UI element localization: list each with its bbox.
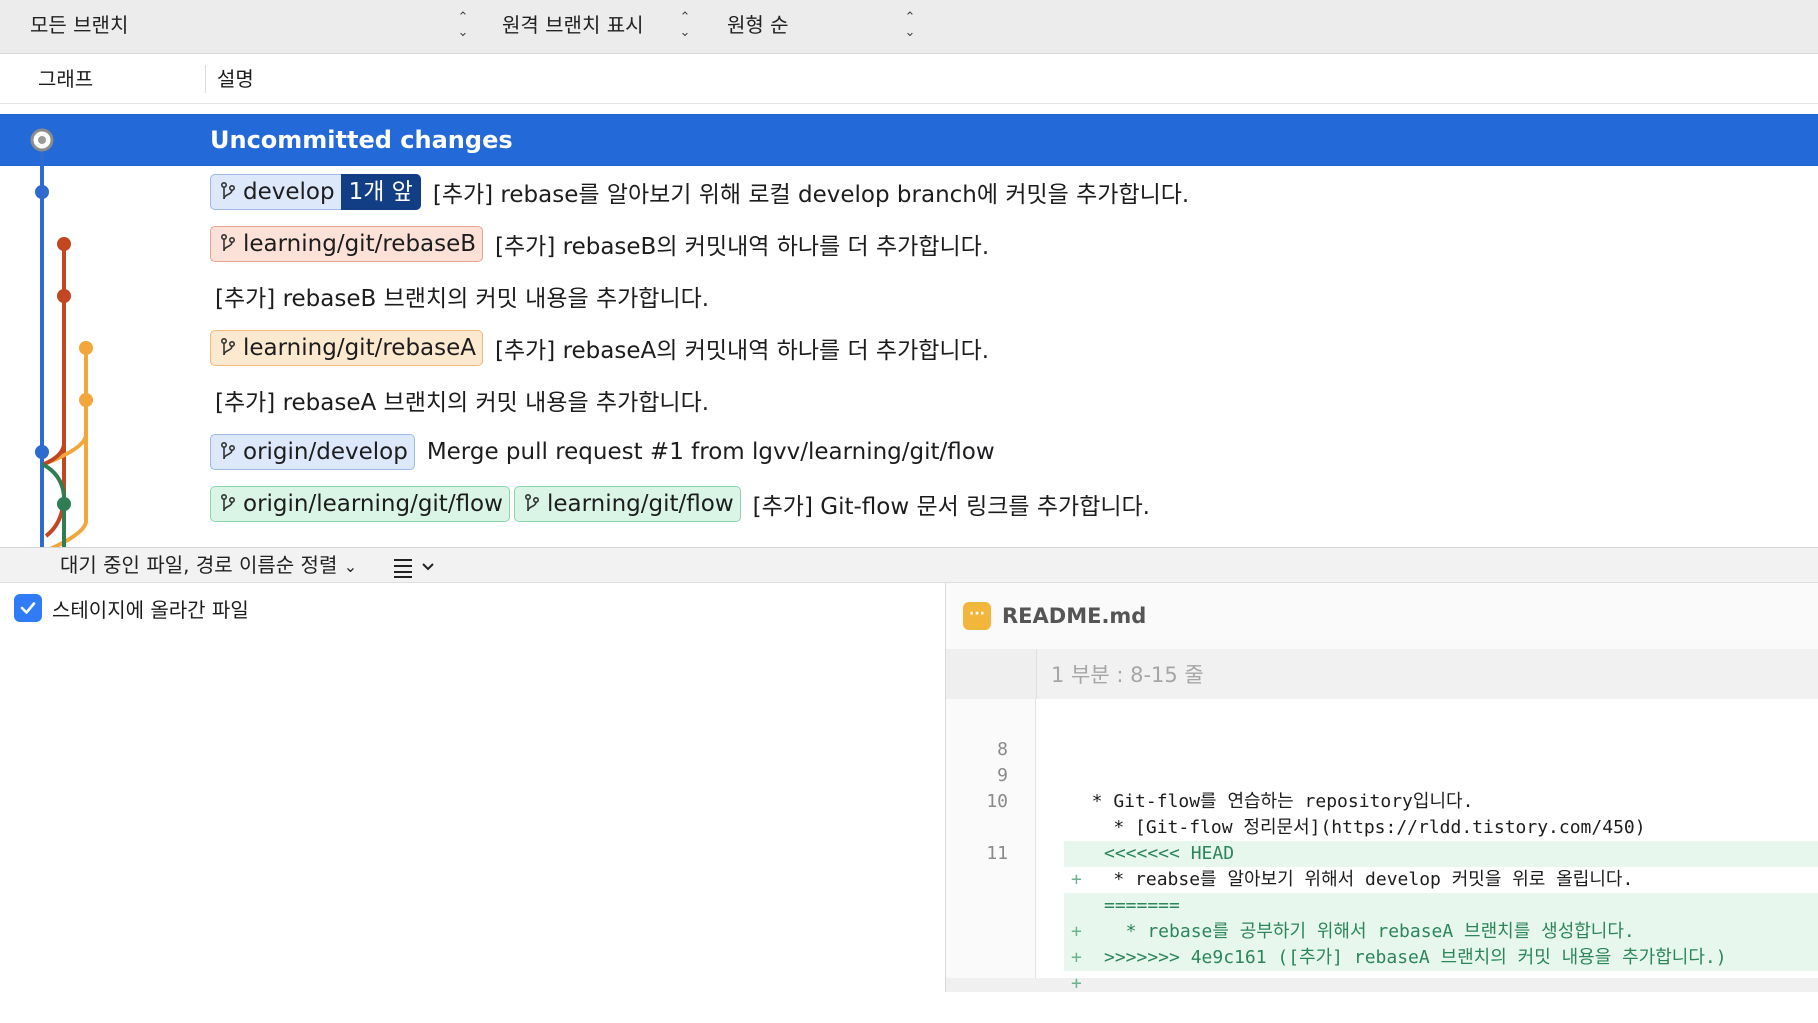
staging-toolbar: 대기 중인 파일, 경로 이름순 정렬 ⌄ xyxy=(0,547,1818,583)
file-type-icon: ··· xyxy=(963,602,991,630)
description-column-header[interactable]: 설명 xyxy=(217,64,254,94)
branch-icon xyxy=(220,493,236,512)
diff-line-added[interactable]: >>>>>>> 4e9c161 ([추가] rebaseA 브랜치의 커밋 내용… xyxy=(946,893,1818,994)
hunk-title: 1 부분 : 8-15 줄 xyxy=(1051,663,1204,687)
chevron-down-icon: ⌄ xyxy=(343,557,358,576)
diff-panel: ··· README.md 1 부분 : 8-15 줄 8 9 * Git-fl… xyxy=(945,583,1818,994)
commit-message: Merge pull request #1 from lgvv/learning… xyxy=(426,439,995,465)
column-header: 그래프 설명 xyxy=(0,54,1818,104)
column-divider[interactable] xyxy=(205,65,206,93)
branch-tag-label: learning/git/flow xyxy=(546,491,734,517)
order-label: 원형 순 xyxy=(727,13,789,37)
diff-line[interactable]: 9 * Git-flow를 연습하는 repository입니다. xyxy=(946,737,1818,812)
commit-row[interactable]: develop 1개 앞 [추가] rebase를 알아보기 위해 로컬 dev… xyxy=(0,166,1818,218)
updown-chevron-icon: ⌃ ⌄ xyxy=(679,10,691,40)
remote-branch-label: 원격 브랜치 표시 xyxy=(502,13,644,37)
line-code: * rebase를 공부하기 위해서 rebaseA 브랜치를 생성합니다. xyxy=(1064,919,1818,945)
graph-node xyxy=(79,341,93,355)
commit-message: Uncommitted changes xyxy=(210,126,513,154)
branch-icon xyxy=(220,441,236,460)
branch-tag-rebaseA[interactable]: learning/git/rebaseA xyxy=(210,330,483,366)
commit-message: [추가] rebaseA 브랜치의 커밋 내용을 추가합니다. xyxy=(215,390,710,416)
diff-line[interactable]: 11 * reabse를 알아보기 위해서 develop 커밋을 위로 올립니… xyxy=(946,815,1818,890)
diff-header: ··· README.md xyxy=(946,583,1818,649)
commit-graph-lower xyxy=(35,404,88,547)
added-marker: + xyxy=(1071,947,1082,968)
commit-row[interactable]: origin/learning/git/flow learning/git/fl… xyxy=(0,478,1818,530)
commit-row[interactable]: [추가] rebaseA 브랜치의 커밋 내용을 추가합니다. xyxy=(0,374,1818,426)
staged-files-label: 스테이지에 올라간 파일 xyxy=(52,597,249,622)
commit-row-uncommitted[interactable]: Uncommitted changes xyxy=(0,114,1818,166)
commit-row[interactable]: learning/git/rebaseB [추가] rebaseB의 커밋내역 … xyxy=(0,218,1818,270)
branch-tag-origin-flow[interactable]: origin/learning/git/flow xyxy=(210,486,510,522)
checkmark-icon xyxy=(20,602,36,614)
list-icon xyxy=(394,559,434,578)
branch-tag-label: origin/learning/git/flow xyxy=(243,491,503,517)
branch-tag-label: origin/develop xyxy=(243,439,408,465)
sort-mode-label: 대기 중인 파일, 경로 이름순 정렬 xyxy=(60,553,338,577)
branch-tag-flow[interactable]: learning/git/flow xyxy=(513,486,741,522)
commit-message: [추가] rebaseB의 커밋내역 하나를 더 추가합니다. xyxy=(495,234,990,260)
commit-message: [추가] rebaseA의 커밋내역 하나를 더 추가합니다. xyxy=(495,338,990,364)
branch-filter-label: 모든 브랜치 xyxy=(30,13,129,37)
branch-icon xyxy=(220,181,236,200)
added-marker: + xyxy=(1071,921,1082,942)
sort-mode-select[interactable]: 대기 중인 파일, 경로 이름순 정렬 ⌄ xyxy=(60,550,357,582)
commit-message: [추가] rebaseB 브랜치의 커밋 내용을 추가합니다. xyxy=(215,286,710,312)
diff-line[interactable]: 10 * [Git-flow 정리문서](https://rldd.tistor… xyxy=(946,763,1818,838)
diff-line-added[interactable]: ======= + xyxy=(946,841,1818,942)
line-code: >>>>>>> 4e9c161 ([추가] rebaseA 브랜치의 커밋 내용… xyxy=(1064,945,1818,971)
graph-node xyxy=(57,237,71,251)
diff-file-name: README.md xyxy=(1002,604,1147,628)
ahead-badge: 1개 앞 xyxy=(340,174,421,210)
branch-tag-rebaseB[interactable]: learning/git/rebaseB xyxy=(210,226,484,262)
commit-message: [추가] Git-flow 문서 링크를 추가합니다. xyxy=(752,494,1150,520)
staged-files-checkbox[interactable] xyxy=(14,594,42,622)
updown-chevron-icon: ⌃ ⌄ xyxy=(904,10,916,40)
staged-file-panel: 스테이지에 올라간 파일 xyxy=(0,583,945,992)
branch-tag-origin-develop[interactable]: origin/develop xyxy=(210,434,415,470)
branch-filter-select[interactable]: 모든 브랜치 ⌃ ⌄ xyxy=(30,10,480,40)
added-marker: + xyxy=(1071,973,1082,994)
list-view-button[interactable] xyxy=(390,556,438,582)
filter-bar: 모든 브랜치 ⌃ ⌄ 원격 브랜치 표시 ⌃ ⌄ 원형 순 ⌃ ⌄ xyxy=(0,0,1818,54)
branch-icon xyxy=(220,233,236,252)
branch-tag-label: learning/git/rebaseB xyxy=(243,231,477,257)
remote-branch-select[interactable]: 원격 브랜치 표시 ⌃ ⌄ xyxy=(502,10,702,40)
staged-files-toggle[interactable]: 스테이지에 올라간 파일 xyxy=(14,593,249,623)
branch-tag-label: develop xyxy=(243,179,335,205)
commit-row[interactable]: [추가] rebaseB 브랜치의 커밋 내용을 추가합니다. xyxy=(0,270,1818,322)
branch-icon xyxy=(220,337,236,356)
branch-tag-develop[interactable]: develop 1개 앞 xyxy=(210,174,421,210)
diff-line-added[interactable]: <<<<<<< HEAD + xyxy=(946,789,1818,890)
branch-icon xyxy=(524,493,539,512)
commit-row[interactable]: origin/develop Merge pull request #1 fro… xyxy=(0,426,1818,478)
graph-node xyxy=(35,185,49,199)
commit-message: [추가] rebase를 알아보기 위해 로컬 develop branch에 … xyxy=(432,182,1190,208)
graph-node xyxy=(57,289,71,303)
commit-list: Uncommitted changes develop 1개 앞 [추가] re… xyxy=(0,104,1818,547)
branch-tag-label: learning/git/rebaseA xyxy=(243,335,476,361)
order-select[interactable]: 원형 순 ⌃ ⌄ xyxy=(727,10,927,40)
diff-line[interactable]: 8 xyxy=(946,711,1818,760)
commit-row[interactable]: learning/git/rebaseA [추가] rebaseA의 커밋내역 … xyxy=(0,322,1818,374)
added-marker: + xyxy=(1071,869,1082,890)
graph-column-header[interactable]: 그래프 xyxy=(38,64,93,94)
updown-chevron-icon: ⌃ ⌄ xyxy=(457,10,469,40)
